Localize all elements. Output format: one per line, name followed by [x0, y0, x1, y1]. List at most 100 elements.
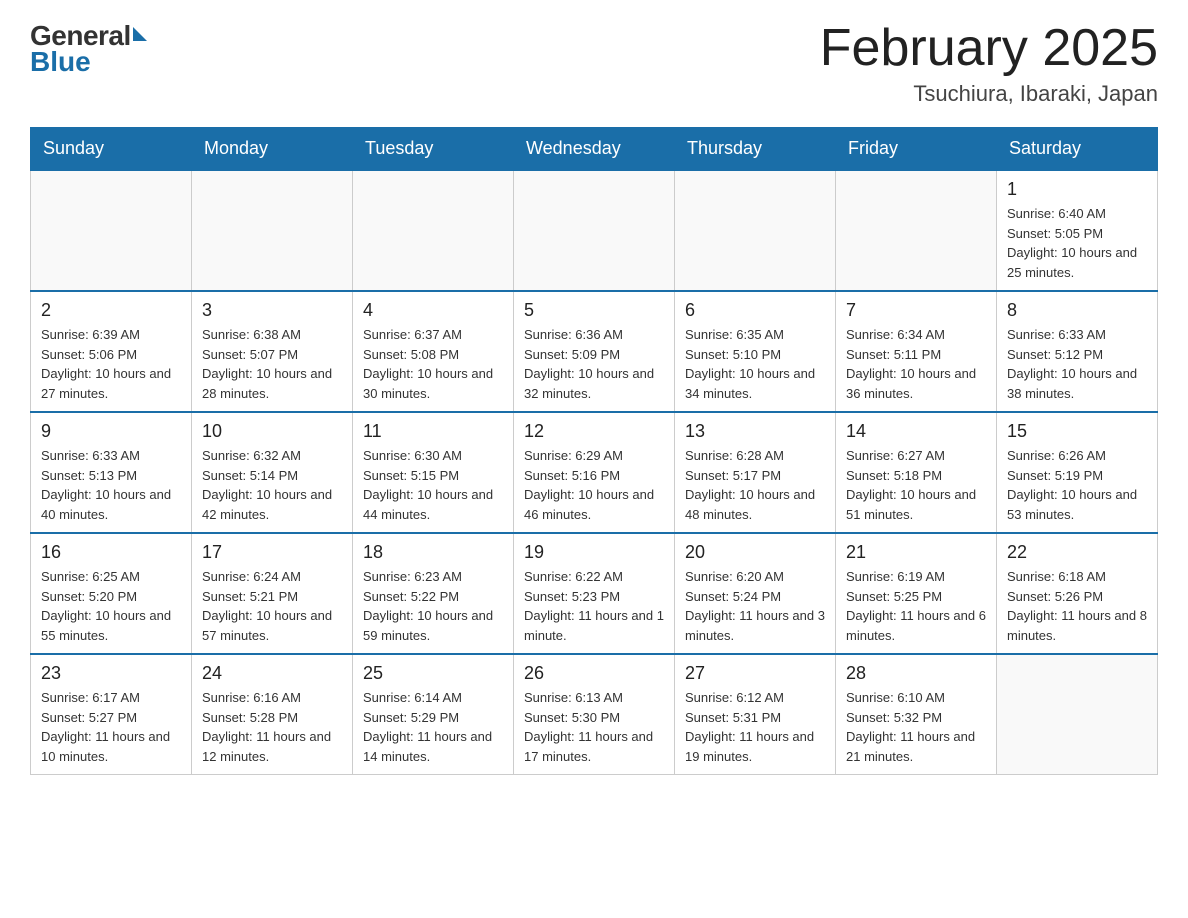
calendar-cell: 13 Sunrise: 6:28 AMSunset: 5:17 PMDayligh… — [675, 412, 836, 533]
calendar-cell — [353, 170, 514, 291]
day-info: Sunrise: 6:32 AMSunset: 5:14 PMDaylight:… — [202, 446, 342, 524]
day-number: 18 — [363, 542, 503, 563]
day-number: 7 — [846, 300, 986, 321]
calendar-cell: 12 Sunrise: 6:29 AMSunset: 5:16 PMDayligh… — [514, 412, 675, 533]
calendar-cell — [675, 170, 836, 291]
calendar-cell — [31, 170, 192, 291]
calendar-cell: 20Sunrise: 6:20 AMSunset: 5:24 PMDayligh… — [675, 533, 836, 654]
logo: General Blue — [30, 20, 147, 78]
calendar-cell: 28 Sunrise: 6:10 AMSunset: 5:32 PMDayligh… — [836, 654, 997, 775]
day-number: 21 — [846, 542, 986, 563]
day-info: Sunrise: 6:12 AMSunset: 5:31 PMDaylight:… — [685, 688, 825, 766]
day-info: Sunrise: 6:24 AMSunset: 5:21 PMDaylight:… — [202, 567, 342, 645]
calendar-cell: 21 Sunrise: 6:19 AMSunset: 5:25 PMDayligh… — [836, 533, 997, 654]
day-number: 4 — [363, 300, 503, 321]
calendar-subtitle: Tsuchiura, Ibaraki, Japan — [820, 81, 1158, 107]
day-number: 20 — [685, 542, 825, 563]
calendar-table: SundayMondayTuesdayWednesdayThursdayFrid… — [30, 127, 1158, 775]
calendar-cell: 25 Sunrise: 6:14 AMSunset: 5:29 PMDayligh… — [353, 654, 514, 775]
logo-arrow-icon — [133, 27, 147, 41]
day-header-saturday: Saturday — [997, 128, 1158, 171]
day-number: 8 — [1007, 300, 1147, 321]
day-info: Sunrise: 6:34 AMSunset: 5:11 PMDaylight:… — [846, 325, 986, 403]
calendar-cell — [836, 170, 997, 291]
day-number: 12 — [524, 421, 664, 442]
day-number: 1 — [1007, 179, 1147, 200]
calendar-cell: 2 Sunrise: 6:39 AMSunset: 5:06 PMDaylight… — [31, 291, 192, 412]
calendar-cell: 27 Sunrise: 6:12 AMSunset: 5:31 PMDayligh… — [675, 654, 836, 775]
day-info: Sunrise: 6:33 AMSunset: 5:12 PMDaylight:… — [1007, 325, 1147, 403]
calendar-cell: 19Sunrise: 6:22 AMSunset: 5:23 PMDayligh… — [514, 533, 675, 654]
calendar-cell: 18 Sunrise: 6:23 AMSunset: 5:22 PMDayligh… — [353, 533, 514, 654]
day-number: 26 — [524, 663, 664, 684]
day-info: Sunrise: 6:14 AMSunset: 5:29 PMDaylight:… — [363, 688, 503, 766]
day-number: 19 — [524, 542, 664, 563]
day-info: Sunrise: 6:40 AMSunset: 5:05 PMDaylight:… — [1007, 204, 1147, 282]
day-info: Sunrise: 6:38 AMSunset: 5:07 PMDaylight:… — [202, 325, 342, 403]
calendar-cell — [997, 654, 1158, 775]
day-number: 10 — [202, 421, 342, 442]
day-number: 11 — [363, 421, 503, 442]
calendar-title: February 2025 — [820, 20, 1158, 77]
page-header: General Blue February 2025 Tsuchiura, Ib… — [30, 20, 1158, 107]
day-number: 27 — [685, 663, 825, 684]
calendar-cell: 7 Sunrise: 6:34 AMSunset: 5:11 PMDaylight… — [836, 291, 997, 412]
calendar-cell: 11 Sunrise: 6:30 AMSunset: 5:15 PMDayligh… — [353, 412, 514, 533]
day-info: Sunrise: 6:17 AMSunset: 5:27 PMDaylight:… — [41, 688, 181, 766]
day-info: Sunrise: 6:13 AMSunset: 5:30 PMDaylight:… — [524, 688, 664, 766]
calendar-cell — [514, 170, 675, 291]
day-number: 3 — [202, 300, 342, 321]
day-info: Sunrise: 6:19 AMSunset: 5:25 PMDaylight:… — [846, 567, 986, 645]
week-row-4: 16 Sunrise: 6:25 AMSunset: 5:20 PMDayligh… — [31, 533, 1158, 654]
logo-blue-text: Blue — [30, 46, 147, 78]
calendar-cell: 6Sunrise: 6:35 AMSunset: 5:10 PMDaylight… — [675, 291, 836, 412]
calendar-cell: 22 Sunrise: 6:18 AMSunset: 5:26 PMDayligh… — [997, 533, 1158, 654]
day-info: Sunrise: 6:37 AMSunset: 5:08 PMDaylight:… — [363, 325, 503, 403]
week-row-5: 23Sunrise: 6:17 AMSunset: 5:27 PMDayligh… — [31, 654, 1158, 775]
calendar-cell: 9 Sunrise: 6:33 AMSunset: 5:13 PMDaylight… — [31, 412, 192, 533]
day-header-monday: Monday — [192, 128, 353, 171]
calendar-cell — [192, 170, 353, 291]
calendar-cell: 8 Sunrise: 6:33 AMSunset: 5:12 PMDaylight… — [997, 291, 1158, 412]
day-info: Sunrise: 6:18 AMSunset: 5:26 PMDaylight:… — [1007, 567, 1147, 645]
day-header-sunday: Sunday — [31, 128, 192, 171]
week-row-2: 2 Sunrise: 6:39 AMSunset: 5:06 PMDaylight… — [31, 291, 1158, 412]
calendar-cell: 10 Sunrise: 6:32 AMSunset: 5:14 PMDayligh… — [192, 412, 353, 533]
day-number: 9 — [41, 421, 181, 442]
day-number: 25 — [363, 663, 503, 684]
day-info: Sunrise: 6:29 AMSunset: 5:16 PMDaylight:… — [524, 446, 664, 524]
day-info: Sunrise: 6:35 AMSunset: 5:10 PMDaylight:… — [685, 325, 825, 403]
calendar-cell: 16 Sunrise: 6:25 AMSunset: 5:20 PMDayligh… — [31, 533, 192, 654]
day-info: Sunrise: 6:26 AMSunset: 5:19 PMDaylight:… — [1007, 446, 1147, 524]
week-row-3: 9 Sunrise: 6:33 AMSunset: 5:13 PMDaylight… — [31, 412, 1158, 533]
day-number: 2 — [41, 300, 181, 321]
calendar-cell: 1 Sunrise: 6:40 AMSunset: 5:05 PMDaylight… — [997, 170, 1158, 291]
day-number: 28 — [846, 663, 986, 684]
day-number: 13 — [685, 421, 825, 442]
day-info: Sunrise: 6:36 AMSunset: 5:09 PMDaylight:… — [524, 325, 664, 403]
calendar-cell: 3 Sunrise: 6:38 AMSunset: 5:07 PMDaylight… — [192, 291, 353, 412]
calendar-cell: 5 Sunrise: 6:36 AMSunset: 5:09 PMDaylight… — [514, 291, 675, 412]
day-info: Sunrise: 6:10 AMSunset: 5:32 PMDaylight:… — [846, 688, 986, 766]
day-number: 15 — [1007, 421, 1147, 442]
day-info: Sunrise: 6:30 AMSunset: 5:15 PMDaylight:… — [363, 446, 503, 524]
day-info: Sunrise: 6:16 AMSunset: 5:28 PMDaylight:… — [202, 688, 342, 766]
calendar-header-row: SundayMondayTuesdayWednesdayThursdayFrid… — [31, 128, 1158, 171]
calendar-cell: 24Sunrise: 6:16 AMSunset: 5:28 PMDayligh… — [192, 654, 353, 775]
day-info: Sunrise: 6:28 AMSunset: 5:17 PMDaylight:… — [685, 446, 825, 524]
calendar-cell: 14Sunrise: 6:27 AMSunset: 5:18 PMDayligh… — [836, 412, 997, 533]
day-info: Sunrise: 6:33 AMSunset: 5:13 PMDaylight:… — [41, 446, 181, 524]
calendar-title-block: February 2025 Tsuchiura, Ibaraki, Japan — [820, 20, 1158, 107]
day-number: 5 — [524, 300, 664, 321]
calendar-cell: 17Sunrise: 6:24 AMSunset: 5:21 PMDayligh… — [192, 533, 353, 654]
day-header-tuesday: Tuesday — [353, 128, 514, 171]
day-info: Sunrise: 6:25 AMSunset: 5:20 PMDaylight:… — [41, 567, 181, 645]
calendar-cell: 26 Sunrise: 6:13 AMSunset: 5:30 PMDayligh… — [514, 654, 675, 775]
calendar-cell: 23Sunrise: 6:17 AMSunset: 5:27 PMDayligh… — [31, 654, 192, 775]
day-header-thursday: Thursday — [675, 128, 836, 171]
calendar-cell: 15 Sunrise: 6:26 AMSunset: 5:19 PMDayligh… — [997, 412, 1158, 533]
day-info: Sunrise: 6:23 AMSunset: 5:22 PMDaylight:… — [363, 567, 503, 645]
day-number: 16 — [41, 542, 181, 563]
day-info: Sunrise: 6:39 AMSunset: 5:06 PMDaylight:… — [41, 325, 181, 403]
day-number: 22 — [1007, 542, 1147, 563]
